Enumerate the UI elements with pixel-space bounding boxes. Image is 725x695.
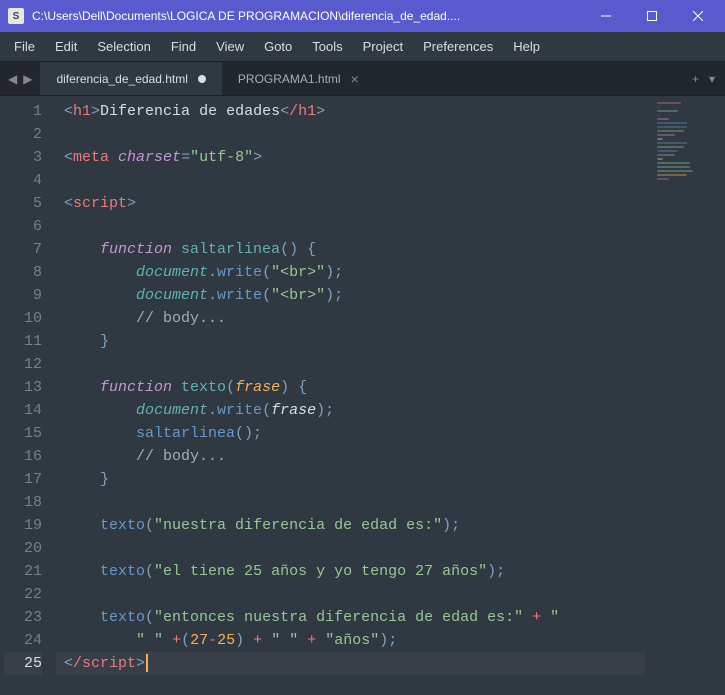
line-number: 11: [4, 330, 42, 353]
code-line[interactable]: [56, 353, 645, 376]
minimap-content: [657, 102, 717, 222]
code-line[interactable]: <h1>Diferencia de edades</h1>: [56, 100, 645, 123]
menu-edit[interactable]: Edit: [45, 35, 87, 58]
line-number: 5: [4, 192, 42, 215]
tab-label: PROGRAMA1.html: [238, 72, 341, 86]
line-number: 2: [4, 123, 42, 146]
line-number: 23: [4, 606, 42, 629]
code-line[interactable]: saltarlinea();: [56, 422, 645, 445]
code-line[interactable]: function saltarlinea() {: [56, 238, 645, 261]
code-line[interactable]: [56, 491, 645, 514]
minimap[interactable]: [645, 96, 725, 695]
line-number: 21: [4, 560, 42, 583]
code-area[interactable]: <h1>Diferencia de edades</h1> <meta chars…: [56, 96, 645, 695]
menu-project[interactable]: Project: [353, 35, 413, 58]
code-line[interactable]: [56, 583, 645, 606]
menu-preferences[interactable]: Preferences: [413, 35, 503, 58]
line-number: 24: [4, 629, 42, 652]
code-line[interactable]: function texto(frase) {: [56, 376, 645, 399]
line-number: 19: [4, 514, 42, 537]
line-number: 3: [4, 146, 42, 169]
code-line[interactable]: // body...: [56, 445, 645, 468]
line-number: 14: [4, 399, 42, 422]
line-number: 17: [4, 468, 42, 491]
tab-actions: + ▾: [682, 62, 725, 95]
tab-active[interactable]: diferencia_de_edad.html: [40, 62, 221, 95]
code-line[interactable]: <meta charset="utf-8">: [56, 146, 645, 169]
code-line[interactable]: </script>: [56, 652, 645, 675]
code-line[interactable]: " " +(27-25) + " " + "años");: [56, 629, 645, 652]
line-number: 9: [4, 284, 42, 307]
code-line[interactable]: texto("entonces nuestra diferencia de ed…: [56, 606, 645, 629]
maximize-button[interactable]: [629, 0, 675, 32]
line-number: 20: [4, 537, 42, 560]
app-icon: S: [8, 8, 24, 24]
tabbar: ◀ ▶ diferencia_de_edad.html PROGRAMA1.ht…: [0, 62, 725, 96]
menu-file[interactable]: File: [4, 35, 45, 58]
code-line[interactable]: document.write("<br>");: [56, 284, 645, 307]
new-tab-icon[interactable]: +: [692, 72, 699, 86]
menu-goto[interactable]: Goto: [254, 35, 302, 58]
tab-history-forward-icon[interactable]: ▶: [21, 72, 34, 86]
menubar: File Edit Selection Find View Goto Tools…: [0, 32, 725, 62]
window-controls: [583, 0, 721, 32]
line-number: 16: [4, 445, 42, 468]
line-number: 8: [4, 261, 42, 284]
line-number: 10: [4, 307, 42, 330]
line-number: 25: [4, 652, 42, 675]
tab-label: diferencia_de_edad.html: [56, 72, 187, 86]
tab-history-back-icon[interactable]: ◀: [6, 72, 19, 86]
line-number: 22: [4, 583, 42, 606]
code-line[interactable]: [56, 123, 645, 146]
tab-nav: ◀ ▶: [0, 62, 40, 95]
code-line[interactable]: texto("el tiene 25 años y yo tengo 27 añ…: [56, 560, 645, 583]
editor: 1234567891011121314151617181920212223242…: [0, 96, 725, 695]
menu-view[interactable]: View: [206, 35, 254, 58]
gutter: 1234567891011121314151617181920212223242…: [0, 96, 56, 695]
code-line[interactable]: // body...: [56, 307, 645, 330]
window-title: C:\Users\Dell\Documents\LOGICA DE PROGRA…: [32, 9, 583, 23]
code-line[interactable]: }: [56, 330, 645, 353]
menu-help[interactable]: Help: [503, 35, 550, 58]
line-number: 12: [4, 353, 42, 376]
tabs-dropdown-icon[interactable]: ▾: [709, 72, 715, 86]
line-number: 6: [4, 215, 42, 238]
code-line[interactable]: [56, 537, 645, 560]
code-line[interactable]: <script>: [56, 192, 645, 215]
close-button[interactable]: [675, 0, 721, 32]
code-line[interactable]: [56, 169, 645, 192]
code-line[interactable]: document.write(frase);: [56, 399, 645, 422]
tab-dirty-icon: [198, 75, 206, 83]
line-number: 4: [4, 169, 42, 192]
line-number: 1: [4, 100, 42, 123]
titlebar: S C:\Users\Dell\Documents\LOGICA DE PROG…: [0, 0, 725, 32]
menu-selection[interactable]: Selection: [87, 35, 160, 58]
menu-find[interactable]: Find: [161, 35, 206, 58]
line-number: 18: [4, 491, 42, 514]
line-number: 7: [4, 238, 42, 261]
code-line[interactable]: }: [56, 468, 645, 491]
menu-tools[interactable]: Tools: [302, 35, 352, 58]
minimize-button[interactable]: [583, 0, 629, 32]
tab-close-icon[interactable]: ×: [351, 72, 359, 86]
code-line[interactable]: [56, 215, 645, 238]
line-number: 15: [4, 422, 42, 445]
code-line[interactable]: texto("nuestra diferencia de edad es:");: [56, 514, 645, 537]
code-line[interactable]: document.write("<br>");: [56, 261, 645, 284]
tab-inactive[interactable]: PROGRAMA1.html ×: [222, 62, 375, 95]
line-number: 13: [4, 376, 42, 399]
